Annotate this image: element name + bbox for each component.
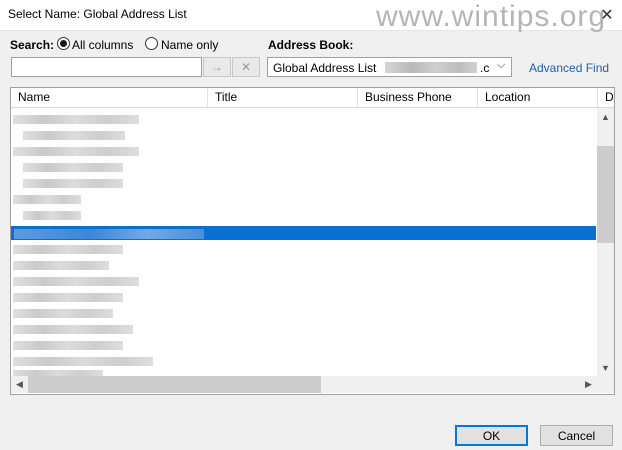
list-item[interactable] [23, 163, 123, 172]
list-item[interactable] [23, 211, 81, 220]
address-book-select[interactable]: Global Address List .c ⌵ [267, 57, 512, 77]
close-button[interactable]: ✕ [594, 2, 620, 28]
redacted-text [14, 229, 204, 239]
list-item[interactable] [13, 341, 123, 350]
go-button[interactable]: → [203, 57, 231, 77]
selected-list-item[interactable] [11, 226, 596, 240]
scroll-left-icon[interactable]: ◀ [11, 376, 28, 393]
search-label: Search: [10, 38, 55, 52]
list-item[interactable] [23, 179, 123, 188]
list-item[interactable] [13, 245, 123, 254]
scroll-up-icon[interactable]: ▲ [597, 108, 614, 125]
column-header-title[interactable]: Title [208, 88, 358, 107]
list-item[interactable] [13, 325, 133, 334]
arrow-right-icon: → [211, 60, 223, 74]
close-icon: ✕ [600, 7, 614, 24]
scroll-down-icon[interactable]: ▼ [597, 359, 614, 376]
list-item[interactable] [13, 147, 139, 156]
list-item[interactable] [13, 357, 153, 366]
chevron-down-icon: ⌵ [497, 59, 506, 71]
address-book-value: Global Address List [273, 61, 377, 75]
list-item[interactable] [13, 261, 109, 270]
radio-name-only-label[interactable]: Name only [161, 38, 218, 52]
cancel-button[interactable]: Cancel [540, 425, 613, 446]
column-header-location[interactable]: Location [478, 88, 598, 107]
clear-button[interactable]: ✕ [232, 57, 260, 77]
address-list[interactable]: Name Title Business Phone Location D ▲ ▼… [10, 87, 615, 395]
column-header-name[interactable]: Name [11, 88, 208, 107]
address-book-suffix: .c [480, 61, 490, 75]
list-item[interactable] [13, 309, 113, 318]
list-header: Name Title Business Phone Location D [11, 88, 614, 108]
horizontal-scrollbar[interactable]: ◀ ▶ [11, 376, 597, 393]
column-header-business-phone[interactable]: Business Phone [358, 88, 478, 107]
vertical-scrollbar[interactable]: ▲ ▼ [597, 108, 614, 376]
list-item[interactable] [13, 293, 123, 302]
title-bar: Select Name: Global Address List www.win… [0, 0, 622, 33]
address-book-label: Address Book: [268, 38, 354, 52]
close-icon: ✕ [240, 60, 252, 74]
list-item[interactable] [13, 115, 139, 124]
list-item[interactable] [13, 277, 139, 286]
window-title: Select Name: Global Address List [8, 7, 187, 21]
watermark: www.wintips.org [376, 0, 607, 33]
advanced-find-link[interactable]: Advanced Find [529, 61, 609, 75]
column-header-truncated[interactable]: D [598, 88, 614, 107]
scroll-right-icon[interactable]: ▶ [580, 376, 597, 393]
scrollbar-corner [597, 376, 614, 393]
list-item[interactable] [13, 195, 81, 204]
ok-button[interactable]: OK [455, 425, 528, 446]
radio-selected-dot [60, 40, 67, 47]
vertical-scroll-thumb[interactable] [597, 146, 614, 243]
horizontal-scroll-thumb[interactable] [28, 376, 321, 393]
radio-all-columns-label[interactable]: All columns [72, 38, 133, 52]
redacted-text [385, 62, 477, 73]
search-input[interactable] [11, 57, 202, 77]
radio-name-only[interactable] [145, 37, 158, 50]
radio-all-columns[interactable] [57, 37, 70, 50]
list-item[interactable] [23, 131, 125, 140]
